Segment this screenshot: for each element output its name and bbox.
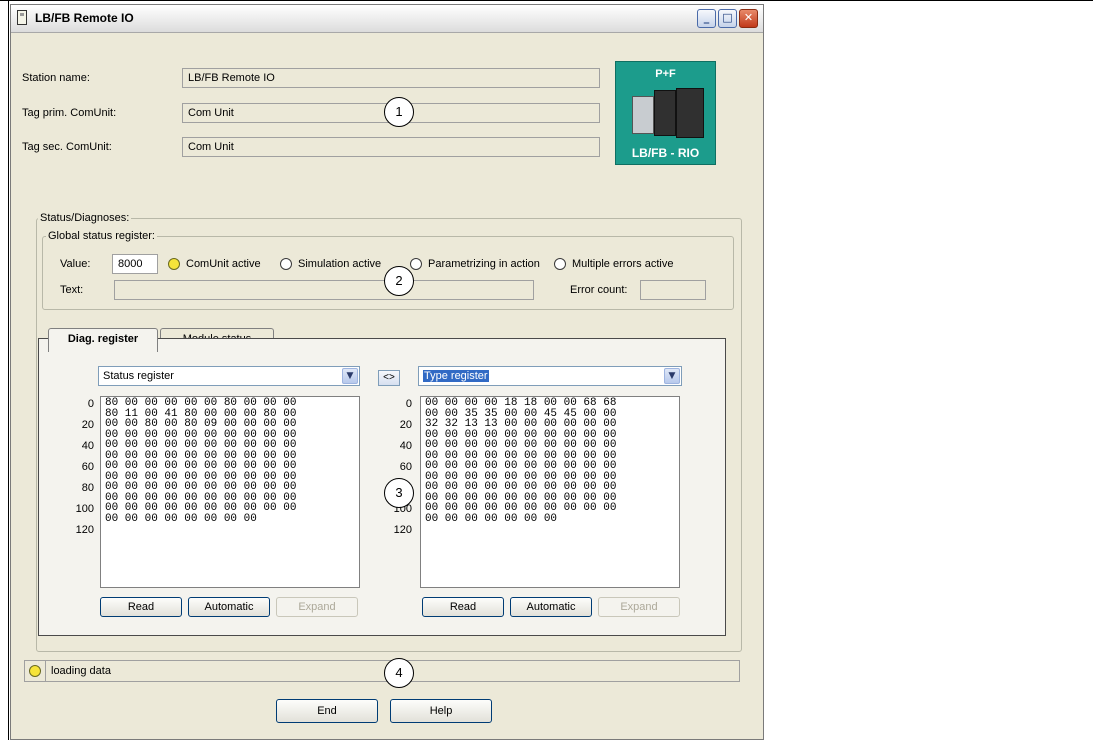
right-automatic-button[interactable]: Automatic [510,597,592,617]
maximize-button[interactable]: □ [718,9,737,28]
row-label: 80 [81,482,94,494]
callout-1: 1 [384,97,414,127]
close-button[interactable]: ✕ [739,9,758,28]
hex-line: 00 00 00 00 00 00 00 [425,512,558,525]
type-register-hex: 00 00 00 00 18 18 00 00 68 68 00 00 35 35… [420,396,680,588]
status-diagnoses-title: Status/Diagnoses: [38,212,132,224]
hex-line: 00 00 00 00 00 00 00 00 [105,512,257,525]
app-icon [17,10,27,25]
station-name-label: Station name: [22,72,90,84]
callout-2: 2 [384,266,414,296]
logo-device-icon [676,88,704,138]
comunit-active-radio [168,258,180,270]
maximize-icon: □ [722,11,733,24]
value-field: 8000 [112,254,158,274]
multiple-errors-radio [554,258,566,270]
status-separator [45,661,46,681]
swap-registers-button[interactable]: <> [378,370,400,386]
status-register-hex: 80 00 00 00 00 00 80 00 00 00 80 11 00 41… [100,396,360,588]
hex-line: 00 00 00 00 00 00 00 00 00 00 [105,460,297,472]
logo-top-text: P+F [655,68,676,80]
parametrizing-label: Parametrizing in action [428,258,540,270]
tab-diag-register[interactable]: Diag. register [48,328,158,352]
tag-sec-field[interactable]: Com Unit [182,137,600,157]
row-label: 40 [399,440,412,452]
status-led-icon [29,665,41,677]
pf-logo: P+F LB/FB - RIO [615,61,716,165]
simulation-active-label: Simulation active [298,258,382,270]
row-label: 60 [399,461,412,473]
hex-line: 00 00 00 00 00 00 00 00 00 00 [425,460,617,472]
minimize-button[interactable]: _ [697,9,716,28]
right-register-value: Type register [423,370,489,382]
row-label: 0 [87,398,94,410]
right-expand-button[interactable]: Expand [598,597,680,617]
hex-line: 80 00 00 00 00 00 80 00 00 00 [105,397,297,409]
callout-4: 4 [384,658,414,688]
error-count-field [640,280,706,300]
row-label: 20 [399,419,412,431]
comunit-active-label: ComUnit active [186,258,261,270]
left-register-select[interactable]: Status register ▼ [98,366,360,386]
multiple-errors-label: Multiple errors active [572,258,674,270]
title-bar[interactable]: LB/FB Remote IO _ □ ✕ [11,5,763,33]
parametrizing-radio [410,258,422,270]
right-register-select[interactable]: Type register ▼ [418,366,682,386]
row-label: 100 [75,503,94,515]
status-bar: loading data [24,660,740,682]
station-name-field[interactable]: LB/FB Remote IO [182,68,600,88]
page-top-rule [0,0,1093,1]
logo-device-icon [654,90,676,136]
hex-line: 00 00 00 00 00 00 00 00 00 00 [105,439,297,451]
row-label: 60 [81,461,94,473]
tag-prim-label: Tag prim. ComUnit: [22,107,117,119]
hex-line: 00 00 00 00 00 00 00 00 00 00 [425,502,617,514]
callout-3: 3 [384,478,414,508]
left-read-button[interactable]: Read [100,597,182,617]
left-automatic-button[interactable]: Automatic [188,597,270,617]
simulation-active-radio [280,258,292,270]
error-count-label: Error count: [570,284,628,296]
hex-line: 00 00 00 00 00 00 00 00 00 00 [105,502,297,514]
page-left-rule [8,0,9,740]
help-button[interactable]: Help [390,699,492,723]
chevron-down-icon[interactable]: ▼ [342,368,358,384]
hex-line: 00 00 00 00 18 18 00 00 68 68 [425,397,617,409]
row-label: 120 [75,524,94,536]
global-status-title: Global status register: [46,230,157,242]
logo-bottom-text: LB/FB - RIO [631,146,700,160]
row-label: 40 [81,440,94,452]
left-expand-button[interactable]: Expand [276,597,358,617]
right-read-button[interactable]: Read [422,597,504,617]
logo-device-icon [632,96,654,134]
left-register-value: Status register [103,370,174,382]
minimize-icon: _ [703,11,710,24]
tag-sec-label: Tag sec. ComUnit: [22,141,112,153]
row-label: 20 [81,419,94,431]
hex-line: 00 00 00 00 00 00 00 00 00 00 [105,481,297,493]
hex-line: 00 00 00 00 00 00 00 00 00 00 [425,439,617,451]
close-icon: ✕ [743,11,754,24]
chevron-down-icon[interactable]: ▼ [664,368,680,384]
status-text: loading data [51,665,111,677]
text-label: Text: [60,284,84,296]
window-title: LB/FB Remote IO [35,11,134,25]
value-label: Value: [60,258,91,270]
row-label: 120 [393,524,412,536]
hex-line: 00 00 80 00 80 09 00 00 00 00 [105,418,297,430]
text-field [114,280,534,300]
hex-line: 00 00 00 00 00 00 00 00 00 00 [425,481,617,493]
row-label: 0 [405,398,412,410]
hex-line: 32 32 13 13 00 00 00 00 00 00 [425,418,617,430]
end-button[interactable]: End [276,699,378,723]
